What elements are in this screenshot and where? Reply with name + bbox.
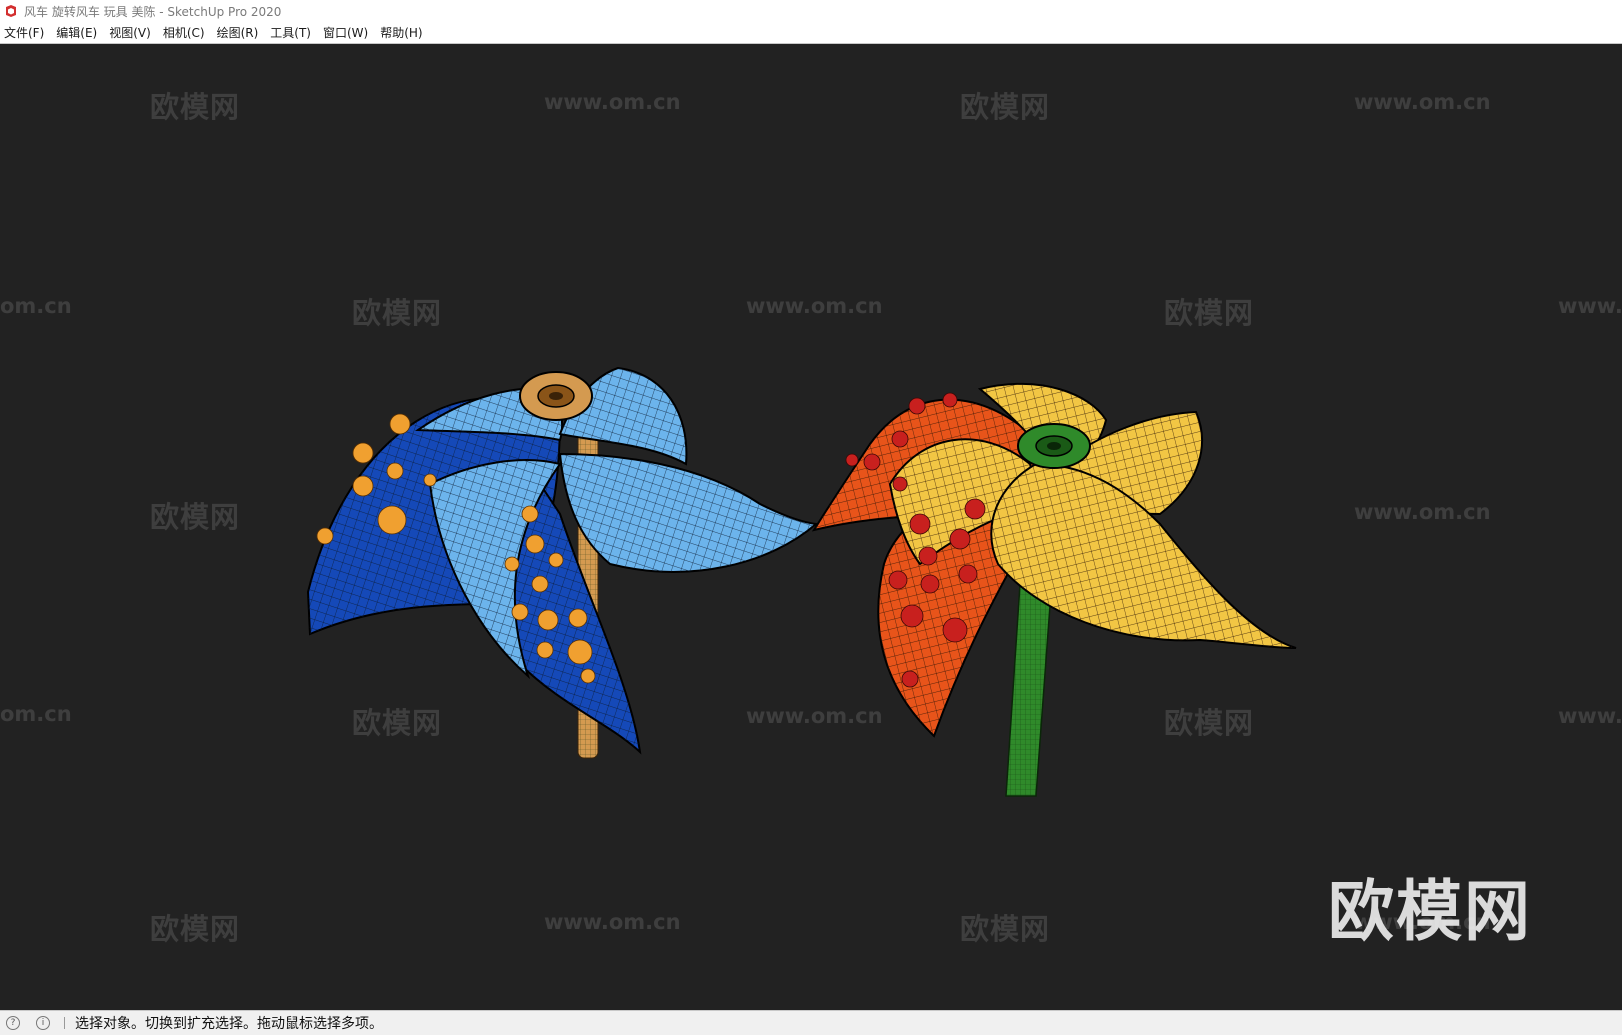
menu-view[interactable]: 视图(V) (103, 24, 157, 41)
watermark-brand: 欧模网 (1164, 706, 1255, 740)
watermark-url-partial: www. (1558, 294, 1622, 318)
watermark-brand: 欧模网 (1164, 296, 1255, 330)
menu-help[interactable]: 帮助(H) (374, 24, 428, 41)
menu-draw[interactable]: 绘图(R) (211, 24, 265, 41)
watermark-url-partial: om.cn (0, 702, 72, 726)
watermark-brand: 欧模网 (960, 90, 1051, 124)
watermark-brand: 欧模网 (352, 706, 443, 740)
info-icon[interactable]: i (36, 1016, 50, 1030)
watermark-brand: 欧模网 (150, 500, 241, 534)
watermark-url: www.om.cn (1354, 500, 1491, 524)
menu-tools[interactable]: 工具(T) (264, 24, 317, 41)
watermark-url: www.om.cn (746, 294, 883, 318)
watermark-url-partial: om.cn (0, 294, 72, 318)
watermark-brand: 欧模网 (150, 90, 241, 124)
watermark-brand: 欧模网 (960, 912, 1051, 946)
title-bar: 风车 旋转风车 玩具 美陈 - SketchUp Pro 2020 (0, 0, 1622, 22)
menu-edit[interactable]: 编辑(E) (50, 24, 103, 41)
watermark-logo: 欧模网 (1328, 873, 1532, 950)
geo-location-icon[interactable]: ? (6, 1016, 20, 1030)
menu-bar: 文件(F) 编辑(E) 视图(V) 相机(C) 绘图(R) 工具(T) 窗口(W… (0, 22, 1622, 44)
watermark-url: www.om.cn (544, 910, 681, 934)
status-divider (64, 1017, 65, 1029)
watermark-url: www.om.cn (1354, 90, 1491, 114)
model-viewport[interactable]: 欧模网 www.om.cn 欧模网 www.om.cn om.cn 欧模网 ww… (0, 44, 1622, 1010)
window-title: 风车 旋转风车 玩具 美陈 - SketchUp Pro 2020 (24, 4, 282, 19)
sketchup-icon (6, 5, 16, 17)
menu-window[interactable]: 窗口(W) (317, 24, 374, 41)
watermark-url: www.om.cn (746, 704, 883, 728)
watermark-url: www.om.cn (544, 90, 681, 114)
status-text: 选择对象。切换到扩充选择。拖动鼠标选择多项。 (75, 1016, 383, 1032)
menu-file[interactable]: 文件(F) (0, 24, 50, 41)
watermark-brand: 欧模网 (150, 912, 241, 946)
watermark-brand: 欧模网 (352, 296, 443, 330)
status-bar: ? i 选择对象。切换到扩充选择。拖动鼠标选择多项。 (0, 1010, 1622, 1035)
menu-camera[interactable]: 相机(C) (157, 24, 211, 41)
watermark-url-partial: www. (1558, 704, 1622, 728)
